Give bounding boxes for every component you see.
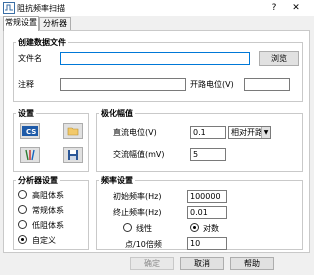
ac-amplitude-input[interactable]: 5: [190, 148, 226, 161]
cancel-button[interactable]: 取消: [180, 257, 224, 270]
app-icon: [3, 2, 15, 14]
open-folder-button[interactable]: [63, 123, 83, 139]
tab-analyzer-label: 分析器: [43, 19, 67, 28]
svg-text:CS: CS: [26, 128, 36, 136]
dc-mode-select[interactable]: 相对开路 ▼: [228, 126, 271, 139]
folder-icon: [67, 127, 79, 136]
create-file-title: 创建数据文件: [16, 37, 68, 48]
start-potential-input[interactable]: [244, 78, 290, 91]
radio-label: 对数: [203, 224, 219, 233]
frequency-title: 频率设置: [99, 175, 135, 186]
dc-potential-label: 直流电位(V): [113, 128, 157, 137]
cs-settings-button[interactable]: CS: [20, 123, 40, 139]
polarization-title: 极化幅值: [99, 108, 135, 119]
tab-general-label: 常规设置: [5, 18, 37, 27]
browse-button[interactable]: 浏览: [259, 51, 299, 66]
polarization-group: 极化幅值 直流电位(V) 0.1 相对开路 ▼ 交流幅值(mV) 5: [96, 108, 303, 172]
chevron-down-icon: ▼: [261, 127, 270, 138]
ac-amplitude-label: 交流幅值(mV): [113, 150, 165, 159]
radio-normal[interactable]: 常规体系: [18, 204, 88, 216]
radio-custom[interactable]: 自定义: [18, 234, 88, 246]
frequency-group: 频率设置 初始频率(Hz) 100000 终止频率(Hz) 0.01 线性 对数…: [96, 175, 303, 250]
radio-label: 自定义: [32, 236, 56, 245]
points-label: 点/10倍频: [125, 240, 162, 249]
radio-label: 高阻体系: [32, 191, 64, 200]
radio-linear[interactable]: 线性: [123, 222, 163, 234]
analyzer-title: 分析器设置: [16, 175, 60, 186]
window-title: 阻抗频率扫描: [17, 4, 65, 13]
radio-label: 线性: [136, 224, 152, 233]
ok-button[interactable]: 确定: [130, 257, 174, 270]
dialog-body: 常规设置 分析器 创建数据文件 文件名 浏览 注释 开路电位(V) 设置 CS: [0, 16, 314, 275]
start-potential-label: 开路电位(V): [190, 80, 234, 89]
note-input[interactable]: [60, 78, 186, 91]
init-freq-input[interactable]: 100000: [187, 190, 227, 203]
radio-low-impedance[interactable]: 低阻体系: [18, 219, 88, 231]
radio-circle: [18, 205, 27, 214]
tab-panel: 创建数据文件 文件名 浏览 注释 开路电位(V) 设置 CS 极化幅值 直流电位…: [3, 30, 310, 253]
settings-group: 设置 CS: [13, 108, 89, 172]
cs-icon: CS: [22, 126, 38, 136]
note-label: 注释: [18, 80, 34, 89]
help-button[interactable]: 帮助: [230, 257, 274, 270]
filename-label: 文件名: [18, 54, 42, 63]
radio-high-impedance[interactable]: 高阻体系: [18, 189, 88, 201]
radio-circle: [18, 235, 27, 244]
radio-log[interactable]: 对数: [190, 222, 230, 234]
init-freq-label: 初始频率(Hz): [113, 192, 162, 201]
save-icon: [68, 150, 78, 160]
analyzer-group: 分析器设置 高阻体系 常规体系 低阻体系 自定义: [13, 175, 89, 250]
settings-title: 设置: [16, 108, 36, 119]
dc-mode-value: 相对开路: [231, 128, 263, 137]
tab-analyzer[interactable]: 分析器: [39, 17, 71, 31]
radio-circle: [190, 223, 199, 232]
radio-label: 常规体系: [32, 206, 64, 215]
electrode-icon: [25, 149, 35, 161]
points-input[interactable]: 10: [187, 237, 227, 250]
help-title-button[interactable]: ?: [267, 2, 281, 14]
save-button[interactable]: [63, 147, 83, 163]
radio-label: 低阻体系: [32, 221, 64, 230]
create-file-group: 创建数据文件 文件名 浏览 注释 开路电位(V): [13, 37, 303, 102]
final-freq-input[interactable]: 0.01: [187, 206, 227, 219]
final-freq-label: 终止频率(Hz): [113, 208, 162, 217]
radio-circle: [18, 190, 27, 199]
tab-general[interactable]: 常规设置: [3, 16, 39, 31]
close-button[interactable]: ✕: [289, 2, 303, 14]
title-bar: 阻抗频率扫描 ? ✕: [0, 0, 314, 16]
filename-input[interactable]: [60, 52, 250, 65]
radio-circle: [123, 223, 132, 232]
electrode-button[interactable]: [20, 147, 40, 163]
dc-potential-input[interactable]: 0.1: [190, 126, 226, 139]
radio-circle: [18, 220, 27, 229]
